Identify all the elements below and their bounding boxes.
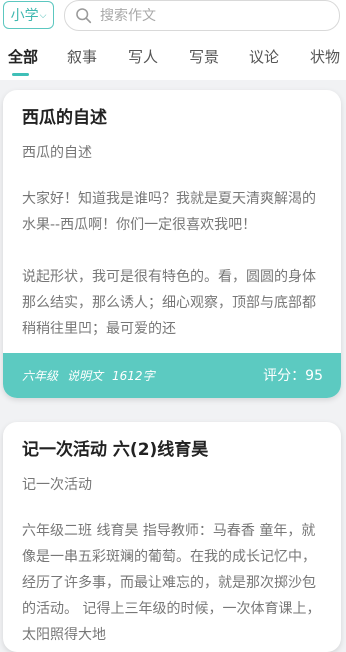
word-count: 1612字 [112,369,155,383]
article-subtitle: 西瓜的自述 [22,145,92,161]
search-input[interactable] [100,7,300,24]
tab-narrative[interactable]: 叙事 [67,46,97,67]
article-score: 评分：95 [263,368,323,384]
category-tabs: 全部 叙事 写人 写景 议论 状物 [0,40,346,80]
article-title: 记一次活动 六(2)线育昊 [22,440,209,460]
genre-tag: 说明文 [67,369,104,383]
article-card[interactable]: 西瓜的自述 西瓜的自述 大家好！知道我是谁吗？我就是夏天清爽解渴的水果--西瓜啊… [3,90,341,398]
active-tab-indicator [12,73,29,76]
grade-label: 小学 [10,8,39,24]
tab-argument[interactable]: 议论 [249,46,279,67]
excerpt-paragraph: 大家好！知道我是谁吗？我就是夏天清爽解渴的水果--西瓜啊！你们一定很喜欢我吧！ [22,191,316,233]
tab-scenery[interactable]: 写景 [189,46,219,67]
excerpt-paragraph: 说起形状，我可是很有特色的。看，圆圆的身体那么结实，那么诱人；细心观察，顶部与底… [22,269,316,337]
tab-object[interactable]: 状物 [310,46,340,67]
article-subtitle: 记一次活动 [22,477,92,493]
grade-tag: 六年级 [22,369,59,383]
article-card[interactable]: 记一次活动 六(2)线育昊 记一次活动 六年级二班 线育昊 指导教师：马春香 童… [3,422,341,652]
excerpt-paragraph: 六年级二班 线育昊 指导教师：马春香 童年，就像是一串五彩斑斓的葡萄。在我的成长… [22,523,321,643]
search-icon [76,8,92,24]
tab-person[interactable]: 写人 [128,46,158,67]
tab-all[interactable]: 全部 [8,46,38,67]
article-excerpt: 六年级二班 线育昊 指导教师：马春香 童年，就像是一串五彩斑斓的葡萄。在我的成长… [22,518,324,648]
chevron-down-icon: ⌵ [39,11,47,21]
search-box[interactable] [64,0,340,31]
article-excerpt: 大家好！知道我是谁吗？我就是夏天清爽解渴的水果--西瓜啊！你们一定很喜欢我吧！ … [22,186,324,342]
article-meta: 六年级 说明文 1612字 [22,367,155,384]
article-title: 西瓜的自述 [22,108,107,128]
grade-selector[interactable]: 小学 ⌵ [3,1,54,29]
article-footer: 六年级 说明文 1612字 评分：95 [3,353,341,398]
top-bar: 小学 ⌵ 全部 叙事 写人 写景 议论 状物 [0,0,346,80]
